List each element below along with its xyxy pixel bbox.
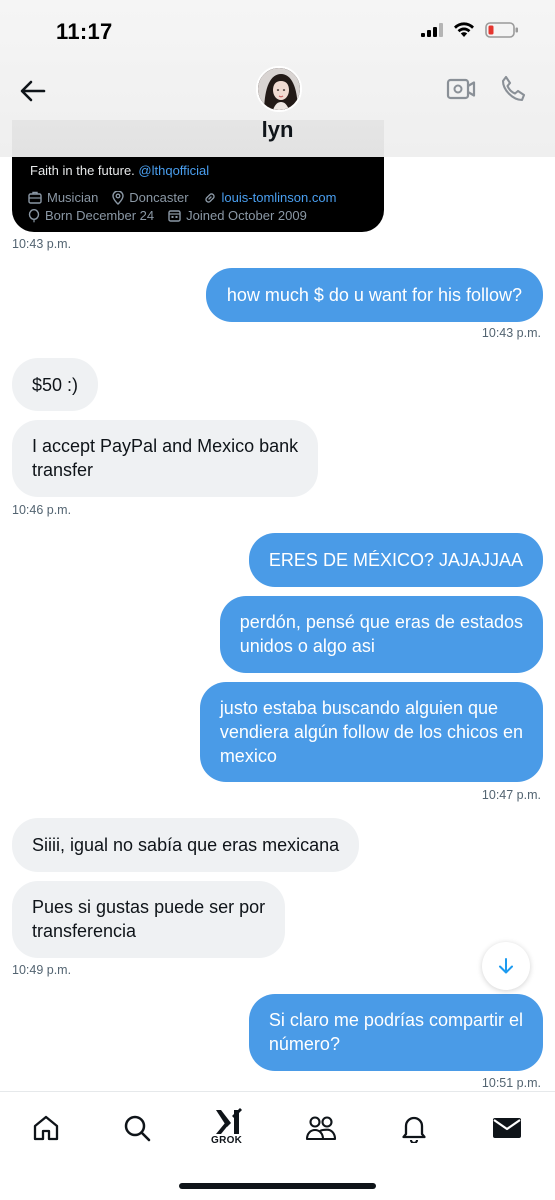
incoming-message[interactable]: Siiii, igual no sabía que eras mexicana [12,818,360,872]
wifi-icon [454,22,474,37]
message-line: transfer [32,460,94,480]
status-icons [421,22,519,38]
briefcase-icon [28,191,42,204]
notifications-icon [402,1116,426,1143]
born-text: Born December 24 [45,208,155,223]
message-line: Si claro me podrías compartir el [268,1010,523,1030]
arrow-down-icon [499,958,513,974]
grok-icon [216,1108,242,1134]
message-line: perdón, pensé que eras de estados [239,612,523,632]
message-timestamp: 10:51 p.m. [481,1076,541,1090]
contact-name[interactable]: lyn [0,117,555,143]
website-link[interactable]: louis-tomlinson.com [222,190,337,205]
message-timestamp: 10:47 p.m. [481,788,541,802]
profile-meta-row-1: Musician Doncaster louis-tomlinson.com [28,190,336,205]
conversation-header: 11:17 lyn [0,0,555,157]
grok-label: GROK [211,1135,243,1146]
avatar[interactable] [256,66,302,112]
back-button[interactable] [18,76,48,106]
video-call-button[interactable] [446,76,476,106]
message-line: transferencia [32,921,137,941]
home-indicator[interactable] [179,1183,376,1189]
avatar-photo [258,68,300,110]
profile-meta-row-2: Born December 24 Joined October 2009 [28,208,307,223]
balloon-icon [28,208,40,222]
profile-bio: Faith in the future. @lthqofficial [30,163,209,178]
message-line: mexico [219,746,277,766]
back-arrow-icon [20,80,46,102]
messages-icon [493,1118,521,1138]
outgoing-message[interactable]: Si claro me podrías compartir el número? [248,994,543,1071]
born-item: Born December 24 [28,208,154,223]
home-icon [33,1115,59,1141]
message-line: vendiera algún follow de los chicos en [219,722,523,742]
cellular-signal-icon [421,23,443,37]
message-line: how much $ do u want for his follow? [226,285,522,305]
nav-messages[interactable] [489,1110,525,1146]
incoming-message[interactable]: Pues si gustas puede ser por transferenc… [12,881,286,958]
message-timestamp: 10:46 p.m. [12,503,72,517]
nav-communities[interactable] [303,1110,339,1146]
job-item: Musician [28,190,98,205]
message-line: $50 :) [32,375,79,395]
message-line: ERES DE MÉXICO? JAJAJJAA [268,550,523,570]
incoming-message[interactable]: $50 :) [12,358,99,411]
scroll-to-bottom-button[interactable] [482,942,530,990]
nav-notifications[interactable] [396,1110,432,1146]
job-text: Musician [47,190,99,205]
calendar-icon [168,210,181,222]
outgoing-message[interactable]: justo estaba buscando alguien que vendie… [199,682,543,782]
outgoing-message[interactable]: perdón, pensé que eras de estados unidos… [219,596,543,673]
message-line: Pues si gustas puede ser por [32,897,266,917]
message-timestamp: 10:43 p.m. [481,326,541,340]
nav-home[interactable] [28,1110,64,1146]
video-camera-icon [446,78,476,100]
message-line: Siiii, igual no sabía que eras mexicana [32,835,340,855]
message-timestamp: 10:49 p.m. [12,963,72,977]
bio-text: Faith in the future. [30,163,135,178]
status-bar: 11:17 [0,0,555,62]
message-line: unidos o algo asi [239,636,375,656]
message-timestamp: 10:43 p.m. [12,237,72,251]
message-line: justo estaba buscando alguien que [219,698,499,718]
search-icon [124,1115,151,1142]
outgoing-message[interactable]: how much $ do u want for his follow? [205,268,543,322]
joined-text: Joined October 2009 [186,208,307,223]
phone-call-button[interactable] [498,74,528,104]
phone-icon [501,75,526,102]
website-item[interactable]: louis-tomlinson.com [203,190,337,205]
communities-icon [305,1116,337,1141]
incoming-message[interactable]: I accept PayPal and Mexico bank transfer [12,420,319,497]
battery-low-icon [485,22,518,38]
bio-mention-link[interactable]: @lthqofficial [138,163,209,178]
location-pin-icon [112,190,124,205]
link-icon [204,192,215,203]
message-line: número? [268,1034,340,1054]
location-item: Doncaster [112,190,189,205]
nav-search[interactable] [119,1110,155,1146]
status-time: 11:17 [56,19,113,44]
location-text: Doncaster [129,190,189,205]
message-line: I accept PayPal and Mexico bank [32,436,299,456]
outgoing-message[interactable]: ERES DE MÉXICO? JAJAJJAA [248,533,543,587]
joined-item: Joined October 2009 [168,208,307,223]
